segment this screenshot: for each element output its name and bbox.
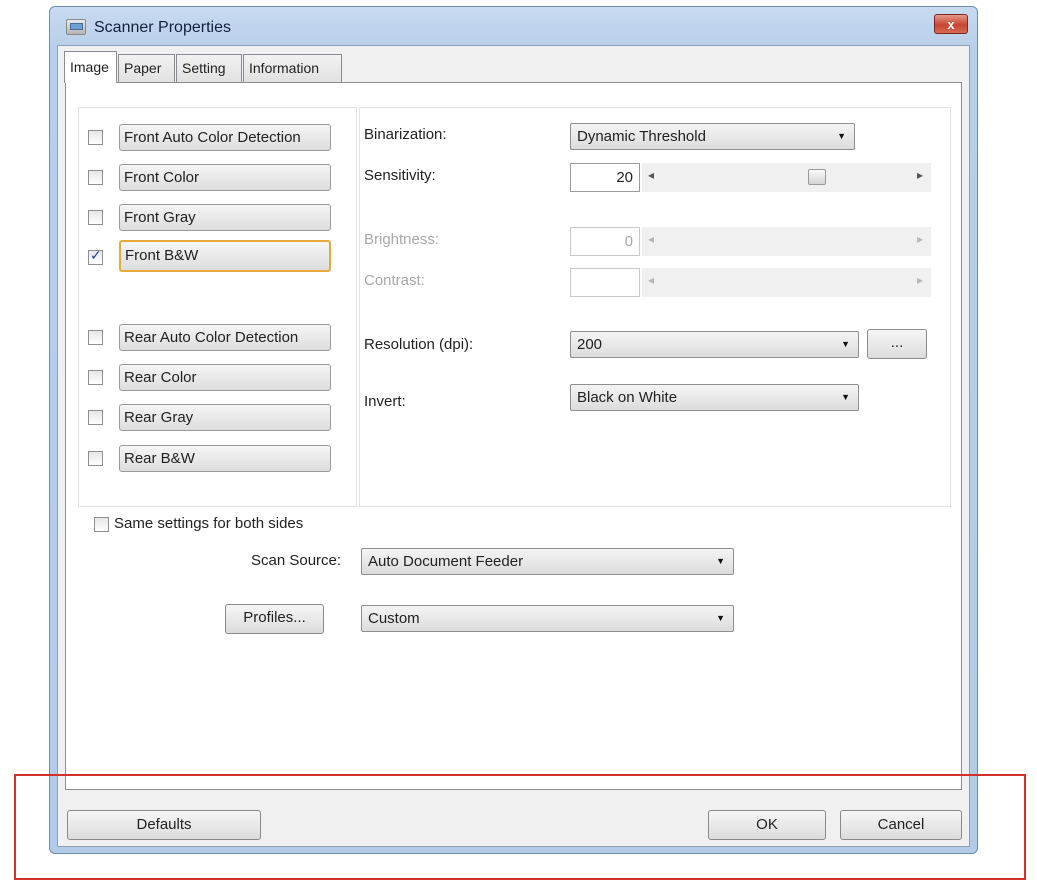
front-bw-button[interactable]: Front B&W [119, 240, 331, 272]
invert-value: Black on White [577, 389, 678, 406]
resolution-more-button[interactable]: ... [867, 329, 927, 359]
close-button[interactable]: x [934, 14, 968, 34]
contrast-input[interactable] [570, 268, 640, 297]
profiles-select[interactable]: Custom ▼ [361, 605, 734, 632]
front-color-button[interactable]: Front Color [119, 164, 331, 191]
profiles-button[interactable]: Profiles... [225, 604, 324, 634]
resolution-value: 200 [577, 336, 603, 353]
ok-button[interactable]: OK [708, 810, 826, 840]
binarization-label: Binarization: [364, 126, 447, 143]
invert-select[interactable]: Black on White ▼ [570, 384, 859, 411]
brightness-label: Brightness: [364, 231, 440, 248]
scan-source-select[interactable]: Auto Document Feeder ▼ [361, 548, 734, 575]
rear-gray-button[interactable]: Rear Gray [119, 404, 331, 431]
scanner-icon [66, 19, 86, 35]
dialog-client-area: Image Paper Setting Information Front Au… [57, 45, 970, 847]
rear-bw-checkbox[interactable] [88, 451, 103, 466]
window-title: Scanner Properties [94, 19, 231, 36]
front-bw-checkbox[interactable] [88, 247, 103, 265]
slider-right-arrow-icon[interactable]: ▸ [917, 273, 923, 287]
resolution-select[interactable]: 200 ▼ [570, 331, 859, 358]
brightness-input[interactable]: 0 [570, 227, 640, 256]
cancel-button[interactable]: Cancel [840, 810, 962, 840]
scan-source-label: Scan Source: [251, 552, 342, 569]
rear-auto-color-button[interactable]: Rear Auto Color Detection [119, 324, 331, 351]
tab-information[interactable]: Information [243, 54, 342, 82]
chevron-down-icon: ▼ [716, 556, 725, 566]
rear-gray-checkbox[interactable] [88, 410, 103, 425]
same-settings-label: Same settings for both sides [114, 515, 304, 532]
front-color-checkbox[interactable] [88, 170, 103, 185]
rear-color-checkbox[interactable] [88, 370, 103, 385]
same-settings-checkbox[interactable] [94, 517, 109, 532]
title-bar[interactable]: Scanner Properties x [50, 7, 977, 47]
binarization-select[interactable]: Dynamic Threshold ▼ [570, 123, 855, 150]
tab-paper[interactable]: Paper [118, 54, 175, 82]
slider-left-arrow-icon[interactable]: ◂ [648, 273, 654, 287]
rear-color-button[interactable]: Rear Color [119, 364, 331, 391]
defaults-button[interactable]: Defaults [67, 810, 261, 840]
slider-thumb[interactable] [808, 169, 826, 185]
front-auto-color-button[interactable]: Front Auto Color Detection [119, 124, 331, 151]
contrast-label: Contrast: [364, 272, 425, 289]
slider-right-arrow-icon[interactable]: ▸ [917, 232, 923, 246]
scan-source-value: Auto Document Feeder [368, 553, 524, 570]
image-tab-panel: Front Auto Color Detection Front Color F… [65, 82, 962, 790]
chevron-down-icon: ▼ [716, 613, 725, 623]
tab-setting[interactable]: Setting [176, 54, 242, 82]
sensitivity-label: Sensitivity: [364, 167, 436, 184]
front-gray-button[interactable]: Front Gray [119, 204, 331, 231]
profiles-value: Custom [368, 610, 420, 627]
sensitivity-slider[interactable]: ◂ ▸ [642, 163, 931, 192]
sensitivity-input[interactable]: 20 [570, 163, 640, 192]
tab-image[interactable]: Image [64, 51, 117, 83]
rear-auto-color-checkbox[interactable] [88, 330, 103, 345]
binarization-value: Dynamic Threshold [577, 128, 706, 145]
scanner-properties-window: Scanner Properties x Image Paper Setting… [49, 6, 978, 854]
chevron-down-icon: ▼ [841, 392, 850, 402]
resolution-label: Resolution (dpi): [364, 336, 474, 353]
slider-right-arrow-icon[interactable]: ▸ [917, 168, 923, 182]
rear-bw-button[interactable]: Rear B&W [119, 445, 331, 472]
chevron-down-icon: ▼ [841, 339, 850, 349]
front-auto-color-checkbox[interactable] [88, 130, 103, 145]
brightness-slider[interactable]: ◂ ▸ [642, 227, 931, 256]
slider-left-arrow-icon[interactable]: ◂ [648, 232, 654, 246]
front-gray-checkbox[interactable] [88, 210, 103, 225]
invert-label: Invert: [364, 393, 406, 410]
chevron-down-icon: ▼ [837, 131, 846, 141]
contrast-slider[interactable]: ◂ ▸ [642, 268, 931, 297]
close-icon: x [947, 16, 955, 32]
slider-left-arrow-icon[interactable]: ◂ [648, 168, 654, 182]
